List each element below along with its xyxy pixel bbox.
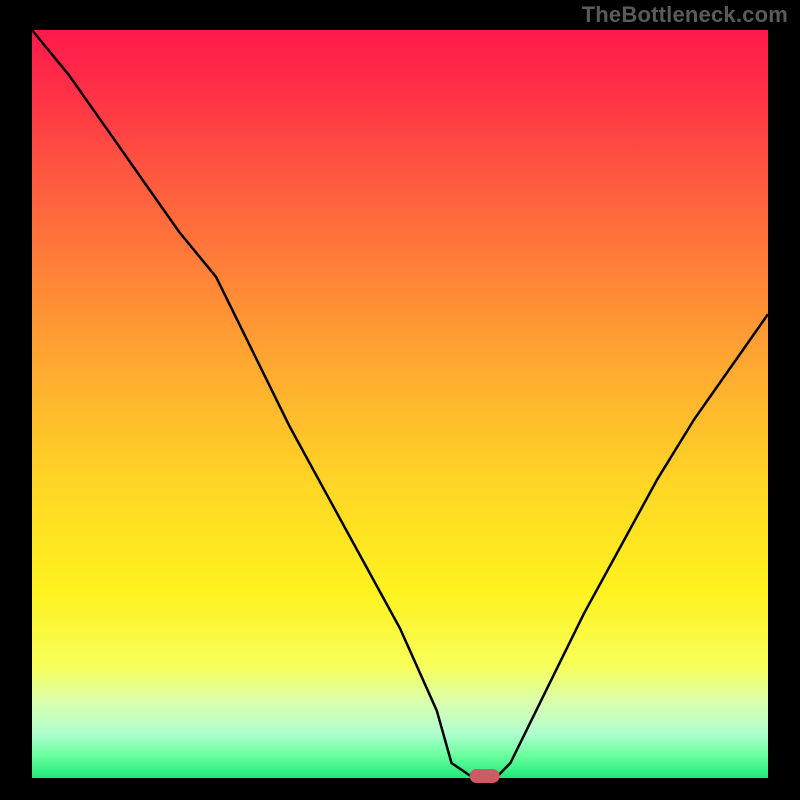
bottleneck-chart — [0, 0, 800, 800]
chart-frame: TheBottleneck.com — [0, 0, 800, 800]
gradient-background — [32, 30, 768, 778]
optimum-marker — [470, 769, 500, 783]
